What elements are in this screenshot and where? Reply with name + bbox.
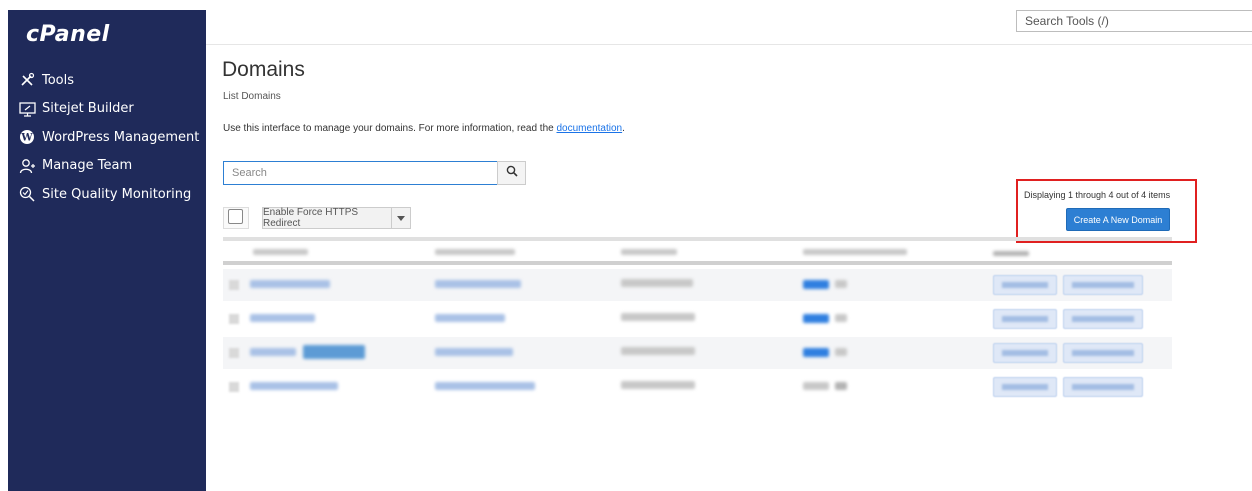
docroot-cell-blurred[interactable] (435, 314, 505, 322)
manage-button-blurred[interactable] (993, 343, 1057, 363)
wordpress-icon: W (18, 128, 36, 146)
force-https-redirect-button[interactable]: Enable Force HTTPS Redirect (262, 207, 392, 229)
search-tools-input[interactable] (1016, 10, 1252, 32)
domain-cell-blurred[interactable] (250, 280, 330, 288)
caret-down-icon (397, 209, 405, 227)
docroot-cell-blurred[interactable] (435, 280, 521, 288)
docroot-cell-blurred[interactable] (435, 348, 513, 356)
domain-cell-blurred[interactable] (250, 314, 315, 322)
search-icon (506, 164, 518, 182)
sidebar-item-label: Site Quality Monitoring (42, 186, 192, 202)
header-domain-blurred[interactable] (253, 249, 308, 255)
https-status-blurred (803, 280, 829, 289)
sidebar-item-label: Sitejet Builder (42, 101, 134, 117)
domain-cell-blurred[interactable] (250, 348, 296, 356)
highlight-annotation-box (1016, 179, 1197, 243)
table-row (223, 337, 1172, 369)
page-subtitle: List Domains (223, 91, 281, 102)
sidebar: cPanel Tools Sitejet Builder W WordPress… (8, 10, 206, 491)
domain-search-input[interactable] (223, 161, 498, 185)
header-docroot-blurred[interactable] (435, 249, 515, 255)
redirect-cell-blurred (621, 381, 695, 389)
force-https-dropdown-toggle[interactable] (391, 207, 411, 229)
manage-button-blurred[interactable] (993, 309, 1057, 329)
row-checkbox[interactable] (229, 382, 239, 392)
https-status-blurred (803, 382, 829, 390)
search-button[interactable] (497, 161, 526, 185)
sidebar-item-label: Manage Team (42, 158, 133, 174)
sidebar-item-tools[interactable]: Tools (8, 66, 206, 95)
action-button-blurred[interactable] (1063, 343, 1143, 363)
domain-cell-blurred[interactable] (250, 382, 338, 390)
redirect-cell-blurred (621, 313, 695, 321)
row-checkbox[interactable] (229, 314, 239, 324)
manage-button-blurred[interactable] (993, 275, 1057, 295)
table-header (223, 237, 1172, 265)
domain-search (223, 161, 526, 185)
team-icon (18, 157, 36, 175)
select-all-checkbox[interactable] (228, 209, 243, 224)
docroot-cell-blurred[interactable] (435, 382, 535, 390)
action-button-blurred[interactable] (1063, 377, 1143, 397)
manage-button-blurred[interactable] (993, 377, 1057, 397)
sidebar-item-sitejet-builder[interactable]: Sitejet Builder (8, 95, 206, 124)
sitejet-icon (18, 100, 36, 118)
site-quality-icon (18, 185, 36, 203)
domain-type-badge-blurred (303, 345, 365, 359)
sidebar-item-label: Tools (42, 72, 75, 88)
svg-text:W: W (20, 133, 33, 144)
header-redirect-blurred[interactable] (621, 249, 677, 255)
top-bar (206, 10, 1252, 45)
sidebar-item-label: WordPress Management (42, 129, 200, 145)
table-row (223, 269, 1172, 301)
redirect-cell-blurred (621, 347, 695, 355)
domains-table (223, 237, 1172, 410)
table-row (223, 371, 1172, 403)
tools-icon (18, 71, 36, 89)
sidebar-item-manage-team[interactable]: Manage Team (8, 152, 206, 181)
action-button-blurred[interactable] (1063, 309, 1143, 329)
https-status-blurred (803, 348, 829, 357)
header-https-blurred[interactable] (803, 249, 907, 255)
https-status-extra-blurred (835, 382, 847, 390)
https-status-blurred (803, 314, 829, 323)
action-button-blurred[interactable] (1063, 275, 1143, 295)
page-description: Use this interface to manage your domain… (223, 123, 625, 134)
table-row (223, 303, 1172, 335)
description-text: Use this interface to manage your domain… (223, 123, 557, 134)
https-status-extra-blurred (835, 314, 847, 322)
sidebar-item-site-quality-monitoring[interactable]: Site Quality Monitoring (8, 180, 206, 209)
redirect-cell-blurred (621, 279, 693, 287)
https-status-extra-blurred (835, 348, 847, 356)
page-title: Domains (222, 58, 305, 81)
description-suffix: . (622, 123, 625, 134)
documentation-link[interactable]: documentation (557, 123, 623, 134)
https-status-extra-blurred (835, 280, 847, 288)
sidebar-nav: Tools Sitejet Builder W WordPress Manage… (8, 66, 206, 209)
cpanel-logo[interactable]: cPanel (26, 22, 110, 47)
row-checkbox[interactable] (229, 348, 239, 358)
sidebar-item-wordpress-management[interactable]: W WordPress Management (8, 123, 206, 152)
row-checkbox[interactable] (229, 280, 239, 290)
header-actions-blurred (993, 251, 1029, 256)
